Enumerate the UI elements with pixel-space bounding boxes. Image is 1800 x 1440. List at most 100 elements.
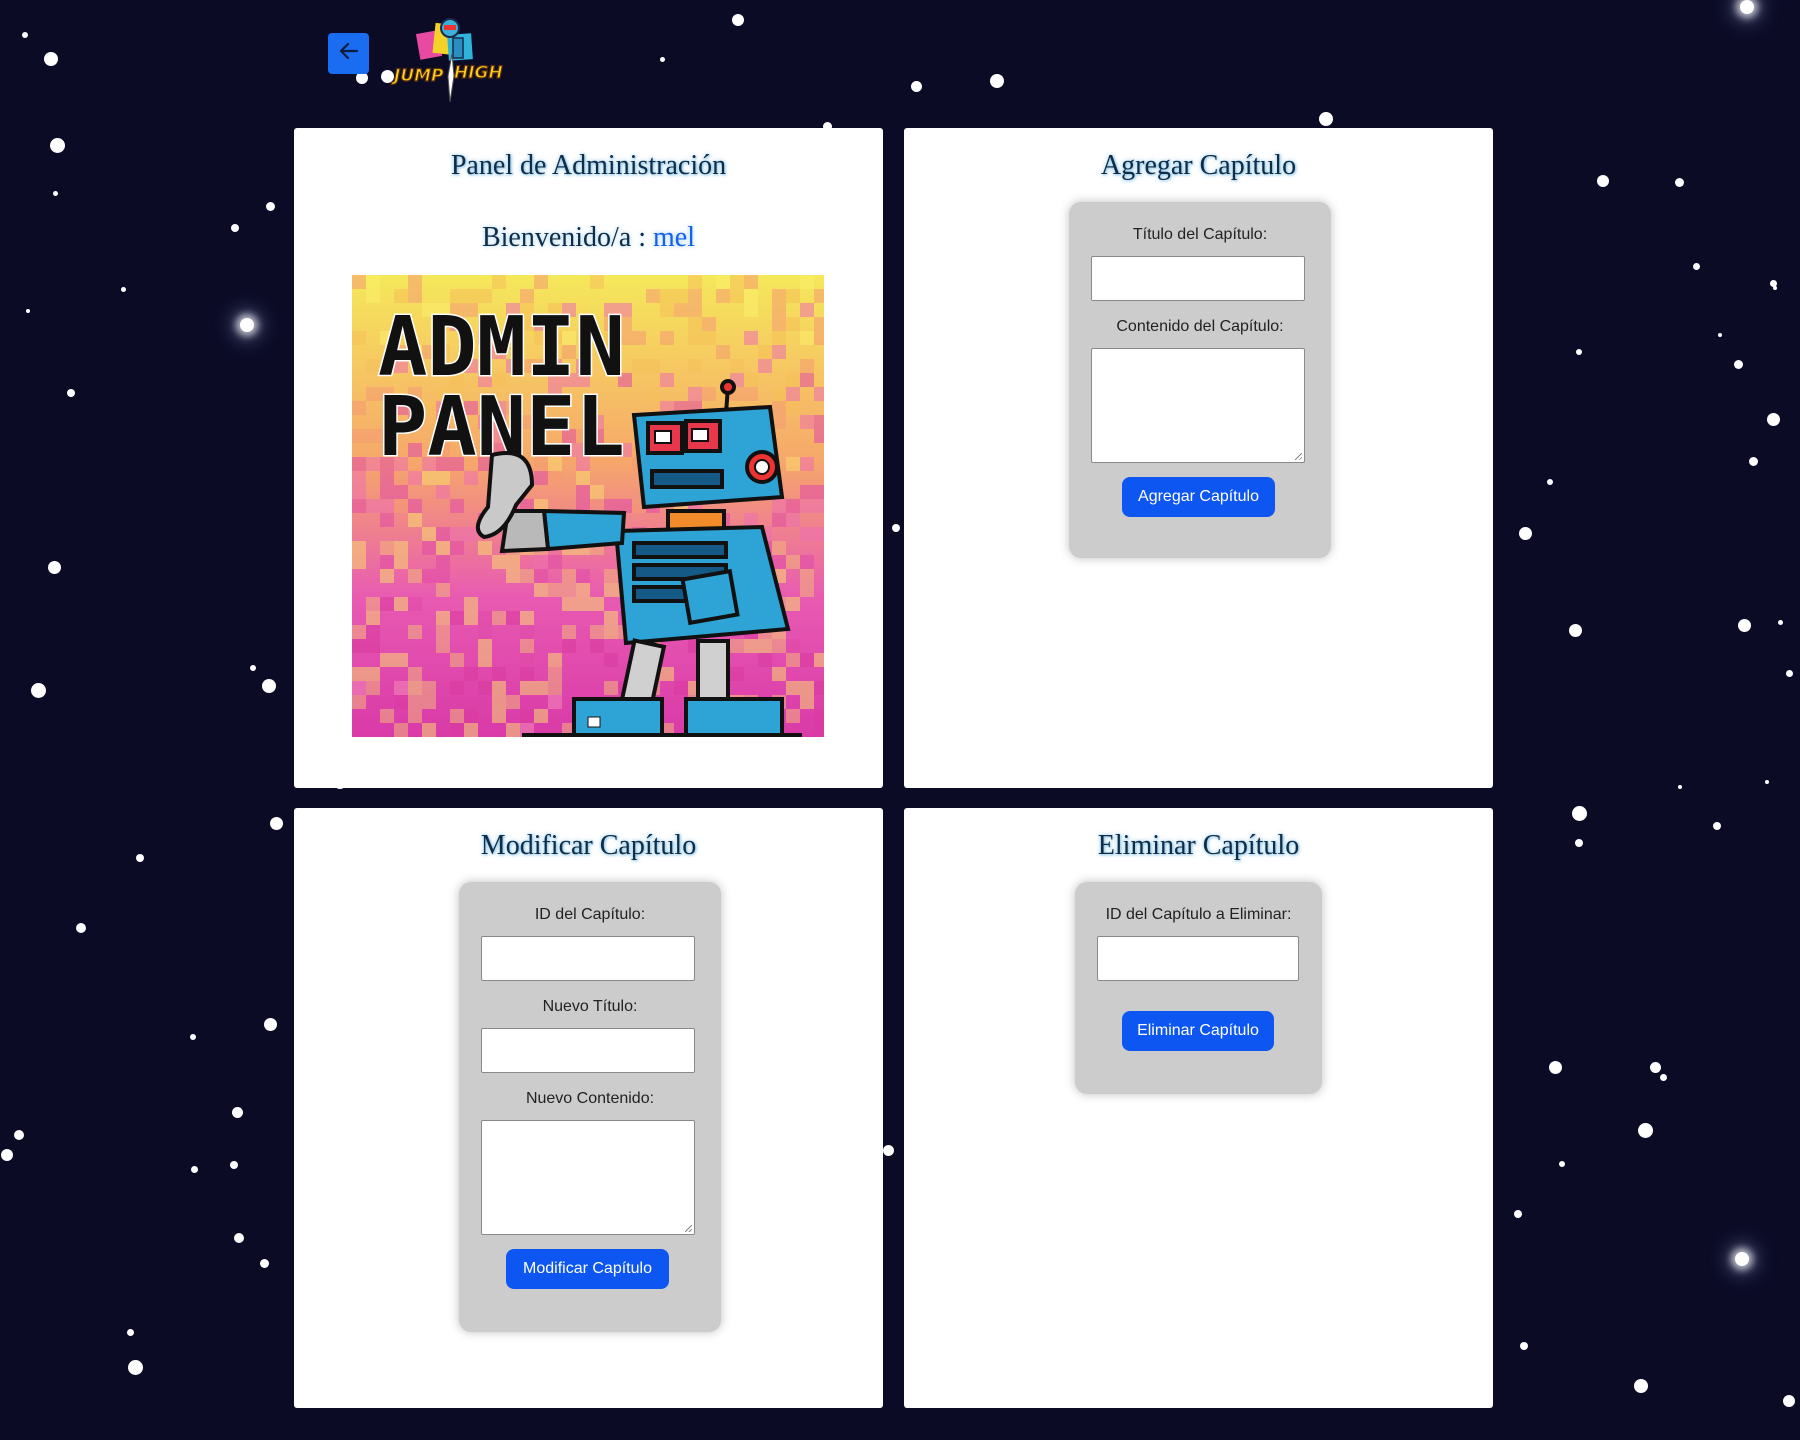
admin-panel-title: Panel de Administración — [450, 150, 727, 181]
star — [1575, 839, 1583, 847]
star — [1693, 263, 1700, 270]
jump-high-logo[interactable]: JUMP HIGH — [390, 14, 512, 108]
new-title-label: Nuevo Título: — [542, 998, 638, 1015]
arrow-left-icon — [337, 39, 361, 68]
star — [1514, 1210, 1522, 1218]
star — [1738, 619, 1751, 632]
star — [1749, 457, 1758, 466]
new-content-textarea[interactable] — [481, 1120, 695, 1235]
star — [1, 1149, 13, 1161]
chapter-content-textarea[interactable] — [1091, 348, 1305, 463]
star — [262, 679, 276, 693]
back-button[interactable] — [328, 33, 369, 74]
star — [260, 1259, 269, 1268]
star — [270, 817, 283, 830]
chapter-id-input[interactable] — [481, 936, 695, 981]
chapter-title-label: Título del Capítulo: — [1132, 226, 1268, 243]
star — [232, 1107, 243, 1118]
delete-chapter-id-label: ID del Capítulo a Eliminar: — [1105, 906, 1292, 923]
star — [1549, 1061, 1562, 1074]
star — [660, 57, 665, 62]
modify-chapter-title: Modificar Capítulo — [480, 830, 697, 861]
logo-text-jump: JUMP — [391, 66, 444, 86]
star — [1520, 1342, 1528, 1350]
star — [1675, 178, 1684, 187]
chapter-id-label: ID del Capítulo: — [534, 906, 646, 923]
star — [266, 202, 275, 211]
star — [911, 81, 922, 92]
glowing-star — [1735, 1252, 1749, 1266]
add-chapter-form: Título del Capítulo: Contenido del Capít… — [1069, 202, 1331, 558]
star — [234, 1233, 244, 1243]
logo-text-high: HIGH — [454, 63, 503, 83]
star — [1773, 286, 1777, 290]
star — [1765, 780, 1769, 784]
star — [22, 32, 28, 38]
star — [53, 191, 58, 196]
star — [190, 1034, 196, 1040]
star — [1783, 1395, 1795, 1407]
star — [14, 1130, 24, 1140]
star — [31, 683, 46, 698]
modify-chapter-form: ID del Capítulo: Nuevo Título: Nuevo Con… — [459, 882, 721, 1332]
star — [1597, 175, 1609, 187]
star — [50, 138, 65, 153]
chapter-title-input[interactable] — [1091, 256, 1305, 301]
star — [1319, 112, 1333, 126]
modify-chapter-card: Modificar Capítulo ID del Capítulo: Nuev… — [294, 808, 883, 1408]
star — [1678, 785, 1682, 789]
add-chapter-button[interactable]: Agregar Capítulo — [1122, 477, 1275, 517]
star — [1559, 1161, 1565, 1167]
new-content-label: Nuevo Contenido: — [525, 1090, 655, 1107]
star — [48, 561, 61, 574]
glowing-star — [240, 318, 254, 332]
star — [44, 52, 58, 66]
star — [1634, 1379, 1648, 1393]
star — [127, 1329, 134, 1336]
star — [883, 1145, 894, 1156]
star — [136, 854, 144, 862]
admin-panel-image: ADMIN PANEL — [352, 275, 824, 737]
star — [1547, 479, 1553, 485]
admin-panel-card: Panel de Administración Bienvenido/a : m… — [294, 128, 883, 788]
delete-chapter-card: Eliminar Capítulo ID del Capítulo a Elim… — [904, 808, 1493, 1408]
delete-chapter-title: Eliminar Capítulo — [1097, 830, 1300, 861]
star — [121, 287, 126, 292]
star — [1576, 349, 1582, 355]
star — [67, 389, 75, 397]
modify-chapter-button[interactable]: Modificar Capítulo — [506, 1249, 669, 1289]
star — [230, 1161, 238, 1169]
star — [1572, 806, 1587, 821]
star — [128, 1360, 143, 1375]
star — [732, 14, 744, 26]
star — [990, 74, 1004, 88]
star — [1718, 333, 1722, 337]
star — [191, 1166, 198, 1173]
star — [1734, 360, 1743, 369]
username: mel — [653, 222, 696, 253]
delete-chapter-button[interactable]: Eliminar Capítulo — [1122, 1011, 1274, 1051]
new-title-input[interactable] — [481, 1028, 695, 1073]
welcome-label: Bienvenido/a : — [481, 222, 647, 253]
chapter-content-label: Contenido del Capítulo: — [1116, 318, 1284, 335]
star — [1638, 1123, 1653, 1138]
star — [1778, 620, 1783, 625]
glowing-star — [1740, 0, 1754, 14]
star — [250, 665, 256, 671]
star — [1660, 1074, 1667, 1081]
star — [1786, 670, 1793, 677]
star — [1767, 413, 1780, 426]
star — [1650, 1062, 1661, 1073]
delete-chapter-form: ID del Capítulo a Eliminar: Eliminar Cap… — [1075, 882, 1322, 1094]
star — [264, 1018, 277, 1031]
star — [231, 224, 239, 232]
star — [26, 309, 30, 313]
star — [1569, 624, 1582, 637]
add-chapter-title: Agregar Capítulo — [1100, 150, 1297, 181]
star — [76, 923, 86, 933]
add-chapter-card: Agregar Capítulo Título del Capítulo: Co… — [904, 128, 1493, 788]
star — [892, 524, 900, 532]
star — [1713, 822, 1721, 830]
delete-chapter-id-input[interactable] — [1097, 936, 1299, 981]
welcome-message: Bienvenido/a : mel — [294, 222, 883, 254]
